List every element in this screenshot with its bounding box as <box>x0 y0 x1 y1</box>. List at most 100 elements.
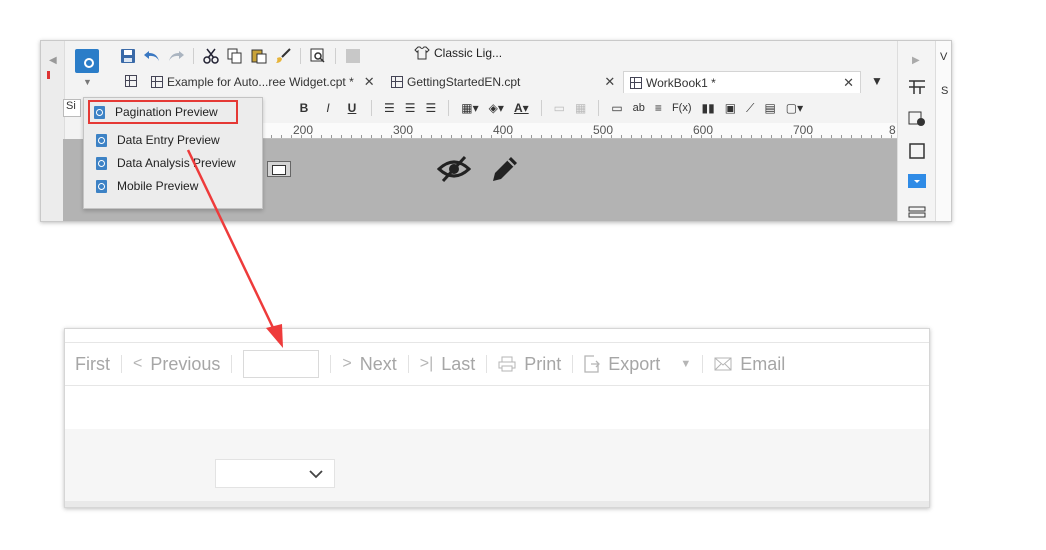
slash-icon[interactable]: ⟋ <box>746 101 754 116</box>
export-button[interactable]: Export ▼ <box>573 354 702 375</box>
italic-button[interactable]: I <box>321 101 335 115</box>
combo-widget[interactable] <box>267 161 291 177</box>
previous-button[interactable]: < Previous <box>122 354 231 375</box>
theme-button[interactable]: Classic Lig... <box>414 46 502 60</box>
cut-label: S <box>941 85 949 97</box>
menu-item-data-analysis-preview[interactable]: Data Analysis Preview <box>84 152 262 174</box>
expand-icon[interactable]: ▶ <box>912 55 920 66</box>
ruler-label: 700 <box>793 123 814 137</box>
ruler-label: 400 <box>493 123 514 137</box>
preview-icon <box>75 49 99 73</box>
side-panel-edge: V S <box>935 41 951 221</box>
data-analysis-preview-icon <box>96 156 107 170</box>
ruler-label: 600 <box>693 123 714 137</box>
first-button[interactable]: First <box>65 354 121 375</box>
layout-icon[interactable] <box>908 79 926 95</box>
next-button[interactable]: > Next <box>331 354 407 375</box>
data-entry-preview-icon <box>96 133 107 147</box>
theme-button-label: Classic Lig... <box>434 46 503 60</box>
eye-off-icon[interactable] <box>437 155 471 183</box>
preview-button[interactable]: ▼ <box>73 47 101 87</box>
menu-item-label: Data Analysis Preview <box>117 156 236 170</box>
list-widget-icon[interactable] <box>908 205 926 221</box>
close-icon[interactable]: ✕ <box>604 74 615 90</box>
menu-item-pagination-preview[interactable]: Pagination Preview <box>88 100 238 124</box>
pencil-icon[interactable] <box>489 153 521 185</box>
image-icon[interactable]: ▣ <box>725 101 736 115</box>
menu-item-mobile-preview[interactable]: Mobile Preview <box>84 175 262 197</box>
first-label: First <box>75 353 110 374</box>
sub-report-icon[interactable]: ▤ <box>764 101 775 115</box>
align-right-icon[interactable]: ☰ <box>426 101 437 115</box>
dropdown-widget-icon[interactable] <box>908 173 926 189</box>
ruler-label: 300 <box>393 123 414 137</box>
designer-window: ◀ ▼ Classic Lig... Example for Auto...re… <box>40 40 952 222</box>
paragraph-icon[interactable]: ≡ <box>655 101 662 115</box>
formula-icon[interactable]: F(x) <box>672 102 692 114</box>
table-info-icon[interactable] <box>908 111 926 127</box>
underline-button[interactable]: U <box>345 101 359 115</box>
brush-icon[interactable] <box>274 47 292 65</box>
tab-workbook1[interactable]: WorkBook1 * ✕ <box>623 71 861 93</box>
menu-item-label: Data Entry Preview <box>117 133 220 147</box>
align-center-icon[interactable]: ☰ <box>405 101 416 115</box>
ruler: 200 300 400 500 600 700 8 <box>241 123 897 139</box>
border-icon[interactable]: ▦▾ <box>461 101 478 115</box>
last-button[interactable]: >| Last <box>409 354 487 375</box>
pagination-viewer: First < Previous > Next >| Last Print Ex… <box>64 328 930 508</box>
chevron-down-icon: ▼ <box>83 77 92 87</box>
ruler-label: 500 <box>593 123 614 137</box>
text-icon[interactable]: ab <box>633 102 645 114</box>
find-icon[interactable] <box>309 47 327 65</box>
next-label: Next <box>359 353 397 374</box>
tab-label: WorkBook1 * <box>646 75 716 90</box>
export-label: Export <box>608 353 661 374</box>
close-icon[interactable]: ✕ <box>364 74 375 90</box>
email-icon <box>714 357 732 371</box>
tab-getting-started[interactable]: GettingStartedEN.cpt ✕ <box>391 71 615 93</box>
email-button[interactable]: Email <box>703 354 796 375</box>
frame-icon[interactable] <box>908 143 926 159</box>
bold-button[interactable]: B <box>297 101 311 115</box>
last-label: Last <box>441 353 476 374</box>
widget-panel: ▶ <box>897 41 935 221</box>
close-icon[interactable]: ✕ <box>843 75 854 91</box>
sheet-icon <box>391 76 403 88</box>
tab-example[interactable]: Example for Auto...ree Widget.cpt * ✕ <box>151 71 375 93</box>
print-button[interactable]: Print <box>487 354 572 375</box>
more-icon[interactable]: ▢▾ <box>786 101 803 115</box>
redo-icon[interactable] <box>167 47 185 65</box>
merge-icon: ▭ <box>553 101 565 115</box>
split-icon: ▦ <box>574 101 587 115</box>
text-field-icon[interactable]: ▭ <box>611 101 622 115</box>
copy-icon[interactable] <box>226 47 244 65</box>
grid-icon[interactable] <box>125 75 137 87</box>
print-label: Print <box>524 353 562 374</box>
tab-menu-icon[interactable]: ▼ <box>871 74 883 88</box>
ruler-label: 8 <box>889 123 896 137</box>
page-number-input[interactable] <box>243 350 320 378</box>
sheet-icon <box>151 76 163 88</box>
undo-icon[interactable] <box>143 47 161 65</box>
menu-item-label: Mobile Preview <box>117 179 199 193</box>
cut-icon[interactable] <box>202 47 220 65</box>
chevron-down-icon: ▼ <box>680 358 692 370</box>
align-left-icon[interactable]: ☰ <box>384 101 395 115</box>
font-select[interactable]: Si <box>63 99 81 117</box>
chart-icon[interactable]: ▮▮ <box>701 101 714 115</box>
menu-item-data-entry-preview[interactable]: Data Entry Preview <box>84 129 262 151</box>
pagination-preview-icon <box>94 105 105 119</box>
save-icon[interactable] <box>119 47 137 65</box>
last-page-icon: >| <box>419 355 434 372</box>
collapse-left-icon[interactable]: ◀ <box>49 55 57 66</box>
preview-menu: Pagination Preview Data Entry Preview Da… <box>83 97 263 209</box>
font-color-icon[interactable]: A▾ <box>514 101 529 115</box>
left-collapse-strip[interactable]: ◀ <box>41 41 65 221</box>
dropdown-box[interactable] <box>215 459 335 488</box>
sheet-icon <box>630 76 642 89</box>
mobile-preview-icon <box>96 179 107 193</box>
fill-icon[interactable]: ◈▾ <box>489 101 504 115</box>
paste-icon[interactable] <box>250 47 268 65</box>
previous-label: Previous <box>150 353 221 374</box>
disabled-tool-icon <box>344 47 362 65</box>
